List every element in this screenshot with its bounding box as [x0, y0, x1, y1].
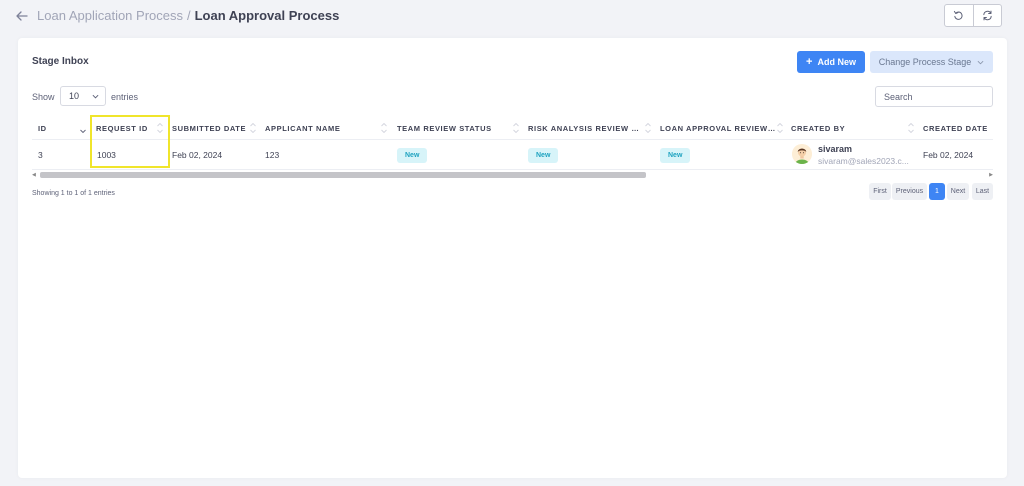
- refresh-button[interactable]: [972, 5, 1002, 26]
- horizontal-scrollbar[interactable]: ◀ ▶: [32, 171, 993, 179]
- sort-icon[interactable]: [907, 120, 915, 136]
- page-1-button[interactable]: 1: [929, 183, 945, 200]
- chevron-down-icon: [977, 60, 984, 64]
- cell-submitted-date: Feb 02, 2024: [172, 150, 223, 160]
- add-new-button[interactable]: + Add New: [797, 51, 865, 73]
- column-header-team-review-status[interactable]: TEAM REVIEW STATUS: [397, 118, 507, 138]
- entries-info: Showing 1 to 1 of 1 entries: [32, 190, 115, 197]
- scrollbar-thumb[interactable]: [40, 172, 646, 178]
- breadcrumb-parent[interactable]: Loan Application Process: [37, 8, 183, 23]
- previous-page-button[interactable]: Previous: [892, 183, 927, 200]
- row-divider: [32, 169, 993, 170]
- scroll-right-icon[interactable]: ▶: [989, 172, 993, 178]
- sort-icon[interactable]: [380, 120, 388, 136]
- stage-inbox-card: Stage Inbox + Add New Change Process Sta…: [18, 38, 1007, 478]
- column-header-created-by[interactable]: CREATED BY: [791, 118, 901, 138]
- created-by-email: sivaram@sales2023.c...: [818, 156, 909, 166]
- toolbar-button-group: [944, 4, 1002, 27]
- avatar: [792, 144, 812, 164]
- cell-applicant-name: 123: [265, 150, 280, 160]
- entries-label: entries: [111, 92, 139, 102]
- last-page-button[interactable]: Last: [972, 183, 993, 200]
- request-id-highlight: [90, 115, 170, 168]
- page-title: Loan Approval Process: [194, 8, 340, 23]
- show-label: Show: [32, 92, 55, 102]
- plus-icon: +: [806, 55, 813, 68]
- chevron-down-icon: [92, 94, 99, 98]
- change-process-stage-button[interactable]: Change Process Stage: [870, 51, 993, 73]
- status-badge: New: [397, 147, 428, 163]
- column-header-created-date[interactable]: CREATED DATE: [923, 118, 993, 138]
- sort-icon[interactable]: [79, 120, 87, 136]
- search-input[interactable]: [875, 86, 993, 107]
- breadcrumb: Loan Application Process / Loan Approval P…: [37, 8, 339, 23]
- header-divider: [32, 139, 993, 140]
- add-new-label: Add New: [817, 57, 856, 67]
- top-bar: Loan Application Process / Loan Approval P…: [0, 0, 1024, 32]
- sort-icon[interactable]: [249, 120, 257, 136]
- entries-select[interactable]: 10: [60, 86, 106, 106]
- created-by-name: sivaram: [818, 144, 853, 154]
- column-header-loan-approval-review-status[interactable]: LOAN APPROVAL REVIEW ...: [660, 118, 776, 138]
- undo-icon: [954, 10, 963, 20]
- change-stage-label: Change Process Stage: [878, 57, 972, 67]
- undo-button[interactable]: [945, 5, 973, 26]
- column-header-risk-analysis-review-status[interactable]: RISK ANALYSIS REVIEW S...: [528, 118, 644, 138]
- first-page-button[interactable]: First: [869, 183, 891, 200]
- cell-risk-review-status: New: [528, 146, 559, 164]
- next-page-button[interactable]: Next: [947, 183, 969, 200]
- status-badge: New: [528, 147, 559, 163]
- refresh-icon: [983, 10, 992, 21]
- card-title: Stage Inbox: [32, 56, 89, 67]
- cell-id: 3: [38, 150, 43, 160]
- cell-loan-approval-status: New: [660, 146, 691, 164]
- cell-team-review-status: New: [397, 146, 428, 164]
- cell-created-date: Feb 02, 2024: [923, 150, 974, 160]
- back-arrow-icon[interactable]: [15, 9, 29, 23]
- avatar-icon: [792, 144, 812, 164]
- scroll-left-icon[interactable]: ◀: [32, 172, 36, 178]
- status-badge: New: [660, 147, 691, 163]
- entries-value: 10: [69, 91, 80, 101]
- column-header-submitted-date[interactable]: SUBMITTED DATE: [172, 118, 248, 138]
- sort-icon[interactable]: [776, 120, 784, 136]
- sort-icon[interactable]: [644, 120, 652, 136]
- breadcrumb-separator: /: [186, 8, 191, 23]
- sort-icon[interactable]: [512, 120, 520, 136]
- column-header-applicant-name[interactable]: APPLICANT NAME: [265, 118, 375, 138]
